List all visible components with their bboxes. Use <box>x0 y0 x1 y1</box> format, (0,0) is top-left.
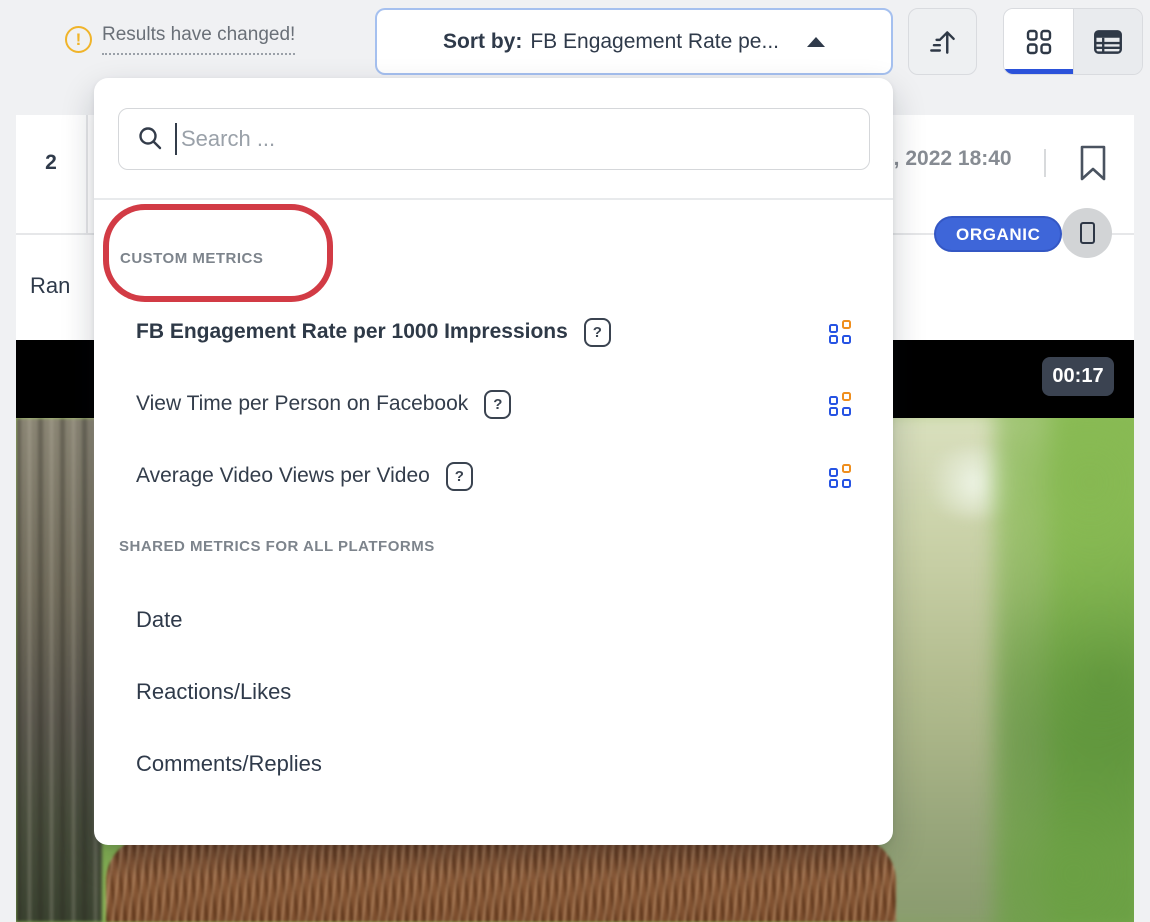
metric-search-box[interactable] <box>118 108 870 170</box>
text-cursor <box>175 123 177 155</box>
divider <box>86 115 88 233</box>
metric-label: View Time per Person on Facebook <box>136 392 468 416</box>
custom-metric-grid-icon <box>829 320 853 344</box>
divider <box>1044 149 1046 177</box>
table-view-icon <box>1091 25 1125 59</box>
bookmark-button[interactable] <box>1078 143 1108 188</box>
metric-option-fb-engagement-rate[interactable]: FB Engagement Rate per 1000 Impressions … <box>136 314 853 350</box>
help-icon[interactable]: ? <box>446 462 473 491</box>
help-icon[interactable]: ? <box>484 390 511 419</box>
photo-tree-trunk <box>16 418 102 922</box>
custom-metric-grid-icon <box>829 392 853 416</box>
post-timestamp: 5, 2022 18:40 <box>882 147 1012 171</box>
photo-foliage-right <box>994 418 1134 922</box>
sort-metric-dropdown: CUSTOM METRICS FB Engagement Rate per 10… <box>94 78 893 845</box>
active-tab-indicator <box>1004 69 1073 74</box>
metric-label: FB Engagement Rate per 1000 Impressions <box>136 320 568 344</box>
section-header-shared-metrics: SHARED METRICS FOR ALL PLATFORMS <box>119 538 435 555</box>
bookmark-icon <box>1078 143 1108 183</box>
metric-option-comments-replies[interactable]: Comments/Replies <box>136 746 853 782</box>
table-view-button[interactable] <box>1073 9 1142 74</box>
rank-number: 2 <box>16 151 86 175</box>
metric-option-reactions-likes[interactable]: Reactions/Likes <box>136 674 853 710</box>
custom-metric-grid-icon <box>829 464 853 488</box>
app-screen: ! Results have changed! Sort by: FB Enga… <box>0 0 1150 922</box>
view-toggle <box>1003 8 1143 75</box>
sort-by-dropdown-button[interactable]: Sort by: FB Engagement Rate pe... <box>375 8 893 75</box>
metric-label: Date <box>136 607 182 633</box>
results-changed-alert[interactable]: ! Results have changed! <box>65 24 295 55</box>
grid-view-icon <box>1023 26 1055 58</box>
organic-badge: ORGANIC <box>934 216 1062 252</box>
photo-orangutan-fur <box>106 836 896 922</box>
metric-label: Comments/Replies <box>136 751 322 777</box>
sort-direction-button[interactable] <box>908 8 977 75</box>
video-duration-badge: 00:17 <box>1042 357 1114 396</box>
grid-view-button[interactable] <box>1004 9 1073 74</box>
section-header-custom-metrics: CUSTOM METRICS <box>120 250 263 267</box>
help-icon[interactable]: ? <box>584 318 611 347</box>
warning-circle-icon: ! <box>65 26 92 53</box>
results-changed-text: Results have changed! <box>102 24 295 55</box>
sort-ascending-icon <box>926 25 960 59</box>
sort-by-value: FB Engagement Rate pe... <box>530 30 779 54</box>
image-placeholder-icon <box>1080 222 1095 244</box>
metric-label: Average Video Views per Video <box>136 464 430 488</box>
search-icon <box>137 125 165 153</box>
metric-option-view-time[interactable]: View Time per Person on Facebook ? <box>136 386 853 422</box>
avatar[interactable] <box>1062 208 1112 258</box>
divider <box>94 198 893 200</box>
metric-label: Reactions/Likes <box>136 679 291 705</box>
metric-option-date[interactable]: Date <box>136 602 853 638</box>
sort-by-label: Sort by: <box>443 30 522 54</box>
chevron-up-icon <box>807 37 825 47</box>
metric-option-average-video-views[interactable]: Average Video Views per Video ? <box>136 458 853 494</box>
search-input[interactable] <box>181 126 851 152</box>
post-preview-text: Ran <box>30 273 70 299</box>
